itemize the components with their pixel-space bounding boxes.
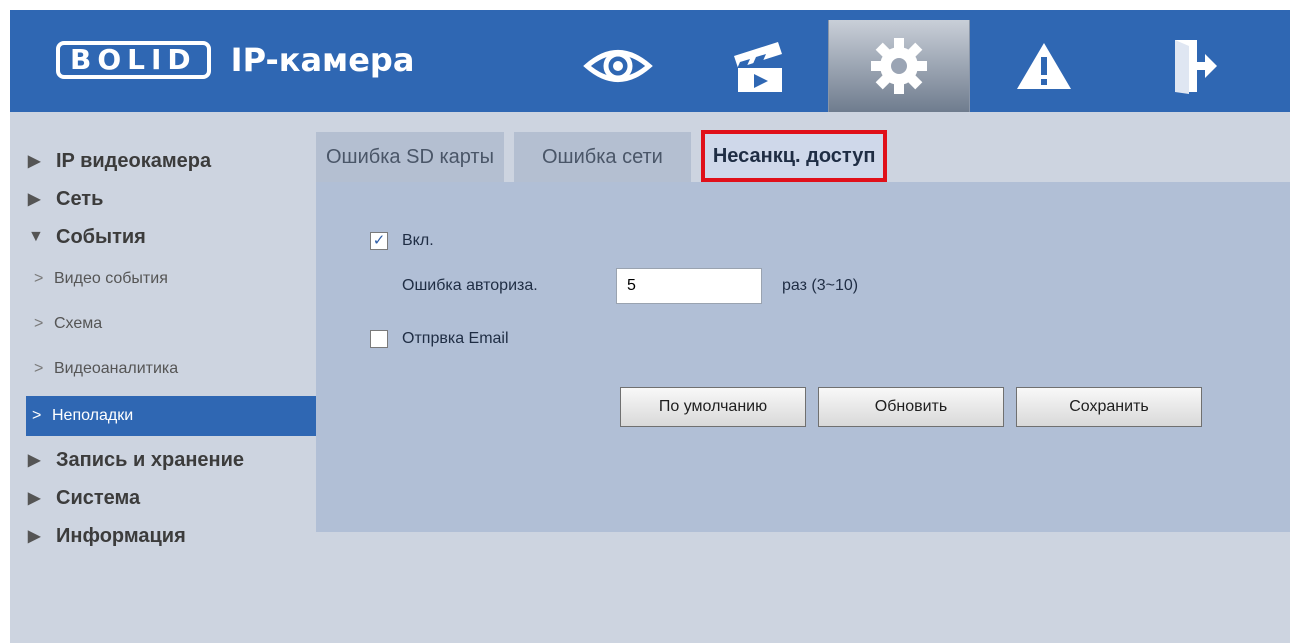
nav-playback[interactable] (698, 20, 818, 112)
chevron-right-icon: > (34, 314, 44, 332)
expand-arrow-icon: ▶ (28, 452, 41, 469)
email-checkbox[interactable] (370, 330, 388, 348)
gear-icon (871, 38, 927, 94)
refresh-button[interactable]: Обновить (818, 387, 1004, 427)
settings-panel: ✓ Вкл. Ошибка авториза. раз (3~10) Отпрв… (316, 182, 1290, 532)
top-header: BOLID IP-камера (10, 10, 1290, 112)
collapse-arrow-icon: ▼ (28, 228, 44, 245)
tab-bar: Ошибка SD карты Ошибка сети Несанкц. дос… (316, 130, 897, 182)
expand-arrow-icon: ▶ (28, 191, 41, 208)
sidebar-item-scheme[interactable]: > Схема (28, 301, 328, 346)
tab-unauthorized-access[interactable]: Несанкц. доступ (700, 130, 888, 182)
nav-settings[interactable] (828, 20, 970, 112)
nav-logout[interactable] (1134, 20, 1254, 112)
main-area: ▶ IP видеокамера ▶ Сеть ▼ События > Виде… (10, 112, 1290, 643)
sidebar-item-label: IP видеокамера (56, 149, 212, 172)
sidebar-item-label: Информация (56, 524, 186, 547)
save-button[interactable]: Сохранить (1016, 387, 1202, 427)
eye-icon (583, 50, 653, 82)
tab-sd-card-error[interactable]: Ошибка SD карты (316, 132, 504, 182)
sidebar-item-video-events[interactable]: > Видео события (28, 256, 328, 301)
sidebar-item-ip-camera[interactable]: ▶ IP видеокамера (28, 142, 328, 180)
enable-label: Вкл. (402, 232, 434, 249)
sidebar-item-label: Запись и хранение (56, 448, 245, 471)
logout-icon (1175, 40, 1217, 94)
chevron-right-icon: > (34, 359, 44, 377)
sidebar-item-recording[interactable]: ▶ Запись и хранение (28, 441, 328, 479)
expand-arrow-icon: ▶ (28, 490, 41, 507)
sidebar-item-label: Видео события (54, 269, 168, 287)
auth-error-input[interactable] (616, 268, 762, 304)
sidebar-item-label: Система (56, 486, 141, 509)
expand-arrow-icon: ▶ (28, 153, 41, 170)
sidebar-item-label: Схема (54, 314, 103, 332)
clapperboard-icon (734, 42, 782, 92)
email-label: Отпрвка Email (402, 330, 509, 347)
auth-error-label: Ошибка авториза. (402, 277, 538, 294)
sidebar-item-label: Сеть (56, 187, 104, 210)
sidebar-item-network[interactable]: ▶ Сеть (28, 180, 328, 218)
sidebar-item-label: Неполадки (52, 407, 134, 424)
default-button[interactable]: По умолчанию (620, 387, 806, 427)
nav-alarm[interactable] (984, 20, 1104, 112)
chevron-right-icon: > (34, 269, 44, 287)
sidebar-item-faults[interactable]: > Неполадки (26, 396, 317, 436)
auth-error-row: Ошибка авториза. раз (3~10) (402, 268, 858, 304)
tab-network-error[interactable]: Ошибка сети (513, 132, 691, 182)
expand-arrow-icon: ▶ (28, 528, 41, 545)
sidebar-item-info[interactable]: ▶ Информация (28, 517, 328, 555)
sidebar-item-events[interactable]: ▼ События (28, 218, 328, 256)
auth-error-hint: раз (3~10) (782, 277, 859, 294)
sidebar-item-system[interactable]: ▶ Система (28, 479, 328, 517)
sidebar: ▶ IP видеокамера ▶ Сеть ▼ События > Виде… (26, 142, 328, 555)
brand-logo: BOLID (56, 41, 211, 79)
sidebar-item-label: События (56, 225, 146, 248)
enable-checkbox[interactable]: ✓ (370, 232, 388, 250)
app-title: IP-камера (230, 41, 415, 79)
logo: BOLID IP-камера (56, 40, 414, 80)
enable-row: ✓ Вкл. (370, 232, 434, 250)
chevron-right-icon: > (32, 407, 42, 424)
email-row: Отпрвка Email (370, 330, 509, 348)
sidebar-item-video-analytics[interactable]: > Видеоаналитика (28, 346, 328, 391)
sidebar-item-label: Видеоаналитика (54, 359, 179, 377)
nav-live[interactable] (558, 20, 678, 112)
warning-icon (1017, 43, 1071, 89)
